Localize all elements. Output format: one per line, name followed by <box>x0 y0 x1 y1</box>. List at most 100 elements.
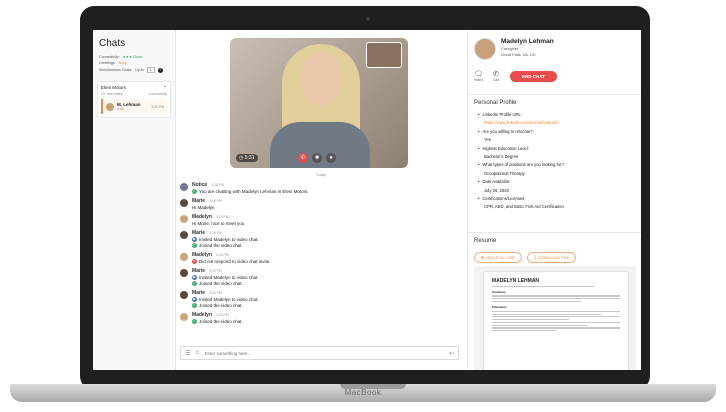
avatar <box>180 313 188 321</box>
message-line: ✓ Joined the video chat. <box>192 303 259 308</box>
message-time: 3:18 PM <box>211 183 224 187</box>
divider <box>468 232 641 233</box>
phone-icon: ✆ <box>492 71 499 78</box>
avatar <box>474 38 496 60</box>
profile-fields: LinkedIn Profile URL: https://www.linkedi… <box>478 112 638 213</box>
message-text: Did not respond to video chat invite. <box>199 259 271 264</box>
check-icon: ✓ <box>192 189 197 194</box>
resume-title: Resume <box>474 238 497 244</box>
profile-answer: July 26, 2020 <box>484 187 509 193</box>
message-item: Marie 3:20 PM ▶ Invited Madelyn to video ch… <box>180 290 460 308</box>
call-action-button[interactable]: ✆ Call <box>493 70 499 82</box>
self-view <box>366 42 402 68</box>
stat-connectivity: Connectivity: ★★★ Good <box>99 55 143 59</box>
message-list: Notice 3:18 PM ✓ You are chatting with Made… <box>180 182 460 328</box>
message-composer: ☰ ☺ ↩ <box>180 346 459 360</box>
message-text: Invited Madelyn to video chat. <box>199 275 259 280</box>
resume-page: MADELYN LEHMAN Summary Education <box>484 272 628 370</box>
chat-bubble-icon: 🗨 <box>474 71 483 78</box>
chat-template-icon[interactable]: ☰ <box>185 350 190 357</box>
download-pdf-button[interactable]: ⇩ DOWNLOAD PDF <box>526 252 576 263</box>
end-call-button[interactable]: ✆ <box>298 153 308 163</box>
view-full-size-button[interactable]: ✥ VIEW FULL SIZE <box>474 252 522 263</box>
profile-answer: Occupational Therapy <box>484 170 525 176</box>
video-icon: ▶ <box>192 275 197 280</box>
webcam-dot <box>366 17 370 21</box>
message-author: Marie <box>192 268 206 274</box>
day-divider: Today <box>176 173 466 177</box>
message-author: Madelyn <box>192 252 213 258</box>
device-label: MacBook <box>344 388 382 397</box>
end-chat-button[interactable]: END CHAT <box>510 71 557 82</box>
message-line: ▶ Invited Madelyn to video chat. <box>192 275 259 280</box>
message-author: Madelyn <box>192 214 213 220</box>
message-line: Hi Madelyn <box>192 205 222 210</box>
profile-answer: CPR, AED, and Basic First Aid Certificat… <box>484 204 564 210</box>
message-line: ✓ Joined the video chat. <box>192 281 259 286</box>
profile-question: Certifications/Licenses: <box>478 196 638 201</box>
resume-actions: ✥ VIEW FULL SIZE ⇩ DOWNLOAD PDF <box>474 252 576 263</box>
avatar <box>180 215 188 223</box>
avatar <box>180 183 188 191</box>
message-author: Marie <box>192 290 206 296</box>
send-icon[interactable]: ↩ <box>449 350 454 357</box>
message-text: Hi Marie, nice to meet you <box>192 221 245 226</box>
check-icon: ✓ <box>192 281 197 286</box>
group-name: Eleni Motors <box>101 85 127 90</box>
video-call: ◷ 5:31 ✆ ■ ● <box>230 38 408 168</box>
resume-preview[interactable]: MADELYN LEHMAN Summary Education <box>474 266 636 370</box>
emoji-icon[interactable]: ☺ <box>194 350 200 356</box>
avatar <box>180 199 188 207</box>
message-item: Notice 3:18 PM ✓ You are chatting with Made… <box>180 182 460 194</box>
message-line: ✕ Did not respond to video chat invite. <box>192 259 271 264</box>
message-text: Invited Madelyn to video chat. <box>199 237 259 242</box>
message-author: Marie <box>192 230 206 236</box>
message-time: 3:18 PM <box>209 199 222 203</box>
stat-greetings: Greetings: Busy <box>99 61 127 65</box>
message-text: Joined the video chat. <box>199 281 243 286</box>
video-icon: ▶ <box>192 297 197 302</box>
personal-profile-title: Personal Profile <box>474 100 517 106</box>
linkedin-link[interactable]: https://www.linkedin.com/in/mlehman15/ <box>484 120 638 125</box>
video-action-button[interactable]: 🗨 Video <box>474 70 483 82</box>
avatar <box>180 291 188 299</box>
message-item: Marie 3:18 PM Hi Madelyn <box>180 198 460 210</box>
message-time: 3:20 PM <box>216 253 229 257</box>
chats-sidebar: Chats Connectivity: ★★★ Good Greetings: … <box>93 30 176 370</box>
profile-answer: Bachelor's Degree <box>484 153 519 159</box>
chat-group: Eleni Motors ⌃ 1/1 chat active Cust acti… <box>97 81 171 118</box>
profile-question: Are you willing to relocate?: <box>478 129 638 134</box>
mic-toggle-button[interactable]: ● <box>326 153 336 163</box>
message-time: 3:20 PM <box>209 291 222 295</box>
help-icon[interactable]: ? <box>157 67 163 73</box>
profile-role: Caregiver <box>501 46 519 51</box>
simultaneous-select[interactable]: 1 <box>146 67 155 73</box>
message-author: Marie <box>192 198 206 204</box>
check-icon: ✓ <box>192 243 197 248</box>
message-item: Marie 3:18 PM ▶ Invited Madelyn to video ch… <box>180 230 460 248</box>
chat-list-item[interactable]: M. Lehman 0:41 3:20 PM <box>101 99 167 114</box>
chats-title: Chats <box>99 38 126 49</box>
resume-name: MADELYN LEHMAN <box>492 278 540 284</box>
video-icon: ▶ <box>192 237 197 242</box>
message-author: Madelyn <box>192 312 213 318</box>
chevron-up-icon[interactable]: ⌃ <box>163 85 167 91</box>
message-text: Invited Madelyn to video chat. <box>199 297 259 302</box>
profile-question: Highest Education Level: <box>478 146 638 151</box>
app-screen: Chats Connectivity: ★★★ Good Greetings: … <box>93 30 641 370</box>
message-item: Marie 3:20 PM ▶ Invited Madelyn to video ch… <box>180 268 460 286</box>
message-text: Hi Madelyn <box>192 205 215 210</box>
avatar <box>180 269 188 277</box>
call-timer: ◷ 5:31 <box>236 154 258 162</box>
avatar <box>180 253 188 261</box>
avatar <box>106 102 114 111</box>
camera-toggle-button[interactable]: ■ <box>312 153 322 163</box>
message-input[interactable] <box>204 350 445 356</box>
profile-question: What types of positions are you looking … <box>478 162 638 167</box>
profile-location: Great Falls, VA, US <box>501 52 536 57</box>
profile-panel: Madelyn Lehman Caregiver Great Falls, VA… <box>467 30 641 370</box>
message-time: 3:20 PM <box>209 269 222 273</box>
close-icon: ✕ <box>192 259 197 264</box>
message-item: Madelyn 3:20 PM ✓ Joined the video chat. <box>180 312 460 324</box>
divider <box>468 94 641 95</box>
